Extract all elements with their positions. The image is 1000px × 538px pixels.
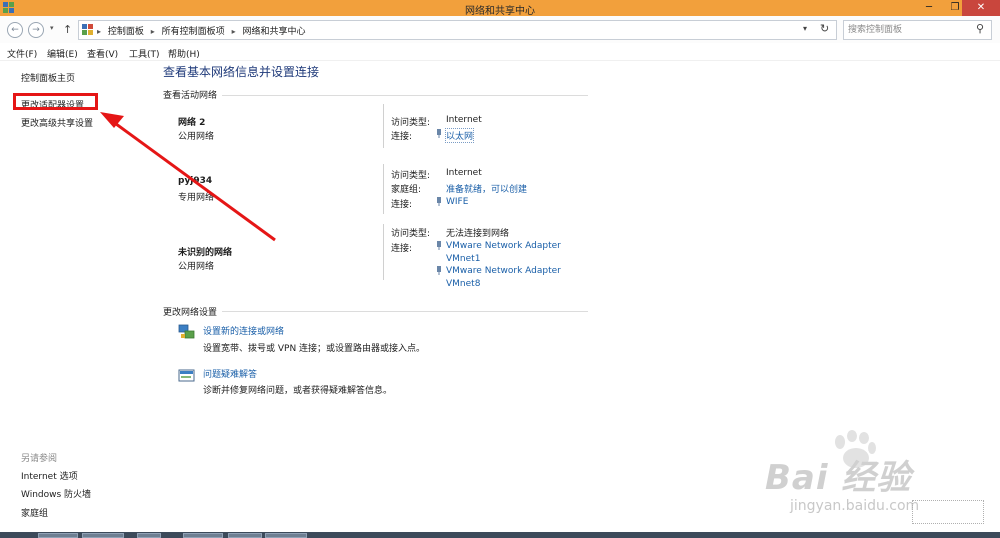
watermark-url: jingyan.baidu.com [790, 498, 920, 514]
back-button[interactable]: ← [7, 22, 23, 38]
menu-tools[interactable]: 工具(T) [129, 47, 160, 60]
troubleshoot-link[interactable]: 问题疑难解答 [203, 367, 257, 380]
section-divider [222, 311, 588, 312]
breadcrumb-item[interactable]: 控制面板 [108, 27, 144, 37]
control-panel-icon [82, 24, 93, 35]
network-divider [383, 164, 384, 214]
ethernet-adapter-icon [437, 129, 441, 138]
network-divider [383, 104, 384, 148]
watermark-brand: Bai 经验 [765, 458, 912, 498]
connection-link-vmnet8-name[interactable]: VMnet8 [446, 279, 480, 289]
forward-button[interactable]: → [28, 22, 44, 38]
network-name: 未识别的网络 [178, 248, 233, 258]
connection-label: 连接: [391, 132, 413, 142]
troubleshoot-icon [178, 369, 195, 382]
taskbar-button[interactable] [265, 533, 307, 538]
setup-new-connection-link[interactable]: 设置新的连接或网络 [203, 324, 284, 337]
homegroup-label: 家庭组: [391, 185, 422, 195]
network-divider [383, 224, 384, 280]
network-name: pyj934 [178, 176, 213, 186]
section-divider [222, 95, 588, 96]
access-type-value: Internet [446, 115, 482, 125]
search-icon[interactable]: ⚲ [976, 22, 984, 35]
setup-new-connection-desc: 设置宽带、拨号或 VPN 连接；或设置路由器或接入点。 [203, 344, 426, 354]
connection-link-wifi[interactable]: WIFE [446, 197, 468, 207]
watermark-icons [912, 500, 984, 524]
access-type-label: 访问类型: [391, 229, 431, 239]
vmware-adapter-icon [437, 241, 441, 250]
minimize-button[interactable]: ─ [917, 0, 941, 16]
menu-view[interactable]: 查看(V) [87, 47, 118, 60]
window-title: 网络和共享中心 [465, 6, 535, 17]
close-button[interactable]: ✕ [962, 0, 1000, 16]
connection-link-ethernet[interactable]: 以太网 [444, 128, 475, 143]
search-input[interactable] [848, 23, 968, 36]
active-networks-title: 查看活动网络 [163, 91, 218, 101]
network-type: 公用网络 [178, 262, 215, 272]
title-bar: 网络和共享中心 ─ ❐ ✕ [0, 0, 1000, 17]
breadcrumb-item[interactable]: 网络和共享中心 [242, 27, 305, 37]
connection-link-vmnet1-name[interactable]: VMnet1 [446, 254, 480, 264]
network-type: 专用网络 [178, 193, 215, 203]
network-name: 网络 2 [178, 118, 206, 128]
connection-link-vmnet1[interactable]: VMware Network Adapter [446, 241, 561, 251]
menu-edit[interactable]: 编辑(E) [47, 47, 78, 60]
up-button[interactable]: ↑ [63, 23, 72, 36]
troubleshoot-desc: 诊断并修复网络问题，或者获得疑难解答信息。 [203, 386, 393, 396]
vmware-adapter-icon [437, 266, 441, 275]
address-dropdown-icon[interactable]: ▾ [803, 24, 807, 33]
address-bar[interactable]: ▸ 控制面板 ▸ 所有控制面板项 ▸ 网络和共享中心 ▾ ↻ [78, 20, 837, 40]
access-type-value: 无法连接到网络 [446, 229, 510, 239]
access-type-label: 访问类型: [391, 171, 431, 181]
recent-locations-chevron-icon[interactable]: ▾ [50, 24, 54, 32]
breadcrumb-separator-icon: ▸ [231, 27, 236, 36]
see-also-title: 另请参阅 [21, 454, 58, 464]
sidebar-item-control-panel-home[interactable]: 控制面板主页 [21, 71, 75, 84]
connection-label: 连接: [391, 200, 413, 210]
taskbar-button[interactable] [183, 533, 223, 538]
taskbar-button[interactable] [137, 533, 161, 538]
menu-help[interactable]: 帮助(H) [168, 47, 200, 60]
change-settings-title: 更改网络设置 [163, 308, 218, 318]
taskbar-button[interactable] [228, 533, 262, 538]
annotation-highlight-box [13, 93, 98, 110]
breadcrumb-separator-icon: ▸ [97, 27, 102, 36]
see-also-homegroup[interactable]: 家庭组 [21, 506, 48, 519]
taskbar-button[interactable] [82, 533, 124, 538]
connection-label: 连接: [391, 244, 413, 254]
homegroup-link[interactable]: 准备就绪，可以创建 [446, 182, 527, 195]
sidebar-item-advanced-sharing[interactable]: 更改高级共享设置 [21, 116, 93, 129]
breadcrumb-separator-icon: ▸ [150, 27, 155, 36]
access-type-label: 访问类型: [391, 118, 431, 128]
menu-bar: 文件(F) 编辑(E) 查看(V) 工具(T) 帮助(H) [0, 44, 1000, 61]
menu-file[interactable]: 文件(F) [7, 47, 37, 60]
taskbar-button[interactable] [38, 533, 78, 538]
wifi-adapter-icon [437, 197, 441, 206]
access-type-value: Internet [446, 168, 482, 178]
refresh-icon[interactable]: ↻ [820, 22, 829, 35]
see-also-internet-options[interactable]: Internet 选项 [21, 469, 78, 482]
new-connection-icon [178, 324, 195, 339]
search-box[interactable]: ⚲ [843, 20, 992, 40]
see-also-windows-firewall[interactable]: Windows 防火墙 [21, 487, 91, 500]
network-type: 公用网络 [178, 132, 215, 142]
page-title: 查看基本网络信息并设置连接 [163, 65, 320, 79]
breadcrumb: ▸ 控制面板 ▸ 所有控制面板项 ▸ 网络和共享中心 [97, 24, 309, 37]
breadcrumb-item[interactable]: 所有控制面板项 [162, 27, 225, 37]
connection-link-vmnet8[interactable]: VMware Network Adapter [446, 266, 561, 276]
